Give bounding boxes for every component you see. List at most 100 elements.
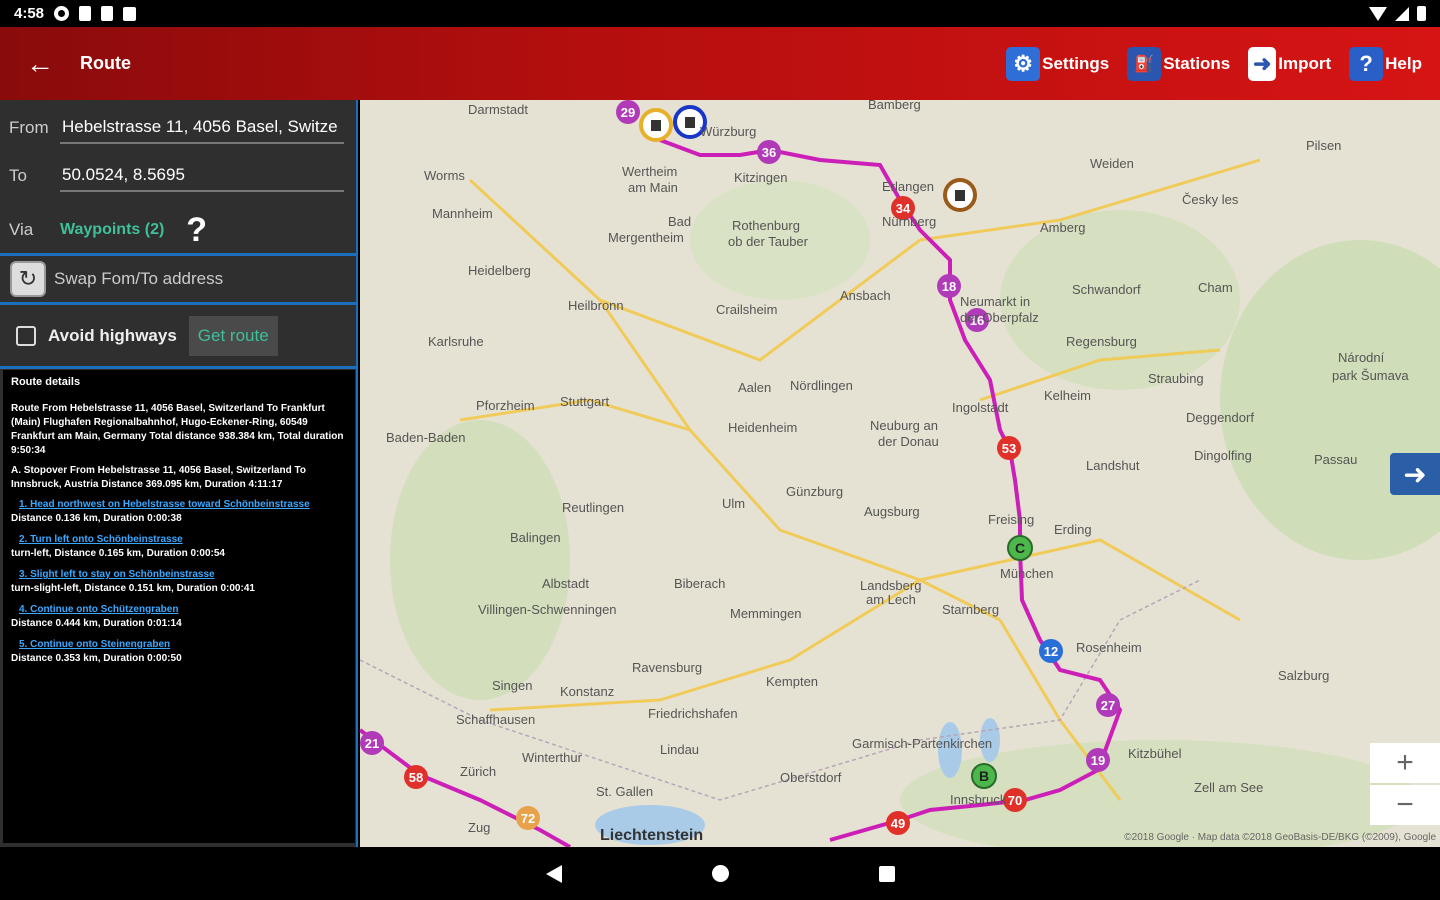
svg-text:Darmstadt: Darmstadt [468,102,528,117]
signal-icon [1395,6,1409,21]
svg-text:Landsberg: Landsberg [860,578,921,593]
settings-button[interactable]: ⚙ Settings [1006,46,1110,81]
svg-text:Heidenheim: Heidenheim [728,420,797,435]
svg-text:park Šumava: park Šumava [1332,368,1409,383]
divider [0,366,358,369]
svg-text:Straubing: Straubing [1148,371,1204,386]
svg-text:70: 70 [1008,793,1022,808]
svg-text:Konstanz: Konstanz [560,684,614,699]
from-row: From Hebelstrasse 11, 4056 Basel, Switze [0,112,358,144]
svg-text:Memmingen: Memmingen [730,606,802,621]
svg-text:Kitzbühel: Kitzbühel [1128,746,1182,761]
stations-button[interactable]: ⛽ Stations [1127,46,1231,81]
svg-text:Erding: Erding [1054,522,1092,537]
help-icon: ? [1349,46,1384,81]
navigation-arrow-icon[interactable]: ➜ [1390,453,1440,495]
svg-text:Česky les: Česky les [1182,192,1239,207]
svg-text:Neumarkt in: Neumarkt in [960,294,1030,309]
help-label: Help [1385,53,1422,73]
map-canvas[interactable]: 29 36 34 18 16 53 12 27 19 70 49 21 58 7… [360,100,1440,847]
svg-text:Heilbronn: Heilbronn [568,298,624,313]
fuel-station-icon: ⛽ [1127,46,1162,81]
svg-text:St. Gallen: St. Gallen [596,784,653,799]
svg-text:Dingolfing: Dingolfing [1194,448,1252,463]
map-view[interactable]: 29 36 34 18 16 53 12 27 19 70 49 21 58 7… [360,100,1440,847]
zoom-in-button[interactable]: + [1370,743,1440,783]
to-label: To [9,166,27,185]
step-info: turn-left, Distance 0.165 km, Duration 0… [11,548,225,559]
swap-icon: ↻ [10,261,46,297]
svg-text:Starnberg: Starnberg [942,602,999,617]
avoid-highways-label[interactable]: Avoid highways [48,326,177,346]
svg-text:Kelheim: Kelheim [1044,388,1091,403]
step-link[interactable]: 2. Turn left onto Schönbeinstrasse [11,533,347,547]
svg-text:Günzburg: Günzburg [786,484,843,499]
svg-text:Kempten: Kempten [766,674,818,689]
svg-text:Passau: Passau [1314,452,1357,467]
svg-text:am Lech: am Lech [866,592,916,607]
svg-text:Národní: Národní [1338,350,1385,365]
notification-icon [79,6,92,21]
svg-text:Deggendorf: Deggendorf [1186,410,1254,425]
svg-text:Kitzingen: Kitzingen [734,170,787,185]
get-route-button[interactable]: Get route [188,316,278,356]
svg-text:Lindau: Lindau [660,742,699,757]
svg-text:Worms: Worms [424,168,465,183]
svg-text:München: München [1000,566,1053,581]
svg-text:Reutlingen: Reutlingen [562,500,624,515]
clock: 4:58 [14,5,45,22]
svg-text:Erlangen: Erlangen [882,179,934,194]
svg-text:Nördlingen: Nördlingen [790,378,853,393]
page-title: Route [80,53,131,73]
import-label: Import [1278,53,1332,73]
svg-text:Freising: Freising [988,512,1034,527]
svg-text:Aalen: Aalen [738,380,771,395]
svg-text:Zell am See: Zell am See [1194,780,1263,795]
svg-text:Rothenburg: Rothenburg [732,218,800,233]
svg-text:27: 27 [1101,698,1115,713]
svg-text:Biberach: Biberach [674,576,725,591]
home-circle-icon[interactable] [711,865,729,882]
svg-text:Weiden: Weiden [1090,156,1134,171]
list-item: 2. Turn left onto Schönbeinstrasse turn-… [11,533,347,560]
svg-text:Heidelberg: Heidelberg [468,263,531,278]
list-item: 4. Continue onto Schützengraben Distance… [11,603,347,630]
swap-label: Swap Fom/To address [54,269,224,288]
waypoints-help-icon[interactable]: ? [186,211,207,250]
svg-text:49: 49 [891,816,905,831]
stations-label: Stations [1163,53,1231,73]
svg-text:Bad: Bad [668,214,691,229]
settings-notification-icon [54,6,70,21]
settings-label: Settings [1042,53,1110,73]
wifi-icon [1369,6,1387,21]
svg-text:ob der Tauber: ob der Tauber [728,234,809,249]
step-link[interactable]: 1. Head northwest on Hebelstrasse toward… [11,498,347,512]
step-link[interactable]: 4. Continue onto Schützengraben [11,603,347,617]
to-field[interactable]: 50.0524, 8.5695 [60,160,344,192]
svg-text:Schaffhausen: Schaffhausen [456,712,535,727]
from-field[interactable]: Hebelstrasse 11, 4056 Basel, Switze [60,112,344,144]
route-form-panel: From Hebelstrasse 11, 4056 Basel, Switze… [0,100,358,847]
swap-button[interactable]: ↻ Swap Fom/To address [0,256,358,302]
svg-text:29: 29 [621,105,635,120]
svg-text:Neuburg an: Neuburg an [870,418,938,433]
step-link[interactable]: 5. Continue onto Steinengraben [11,638,347,652]
svg-text:Zürich: Zürich [460,764,496,779]
help-button[interactable]: ? Help [1349,46,1422,81]
avoid-highways-checkbox[interactable] [16,326,36,346]
zoom-out-button[interactable]: − [1370,785,1440,825]
battery-icon [1417,6,1426,21]
step-link[interactable]: 3. Slight left to stay on Schönbeinstras… [11,568,347,582]
svg-text:Garmisch-Partenkirchen: Garmisch-Partenkirchen [852,736,992,751]
svg-text:Augsburg: Augsburg [864,504,920,519]
waypoints-link[interactable]: Waypoints (2) [60,221,164,239]
recents-square-icon[interactable] [878,865,895,882]
back-triangle-icon[interactable] [545,864,562,883]
import-button[interactable]: ➜ Import [1248,46,1332,81]
svg-text:Amberg: Amberg [1040,220,1086,235]
route-details-heading: Route details [11,376,81,388]
svg-text:12: 12 [1044,644,1058,659]
svg-text:Friedrichshafen: Friedrichshafen [648,706,738,721]
back-arrow-icon[interactable]: ← [0,27,80,100]
list-item: 1. Head northwest on Hebelstrasse toward… [11,498,347,525]
